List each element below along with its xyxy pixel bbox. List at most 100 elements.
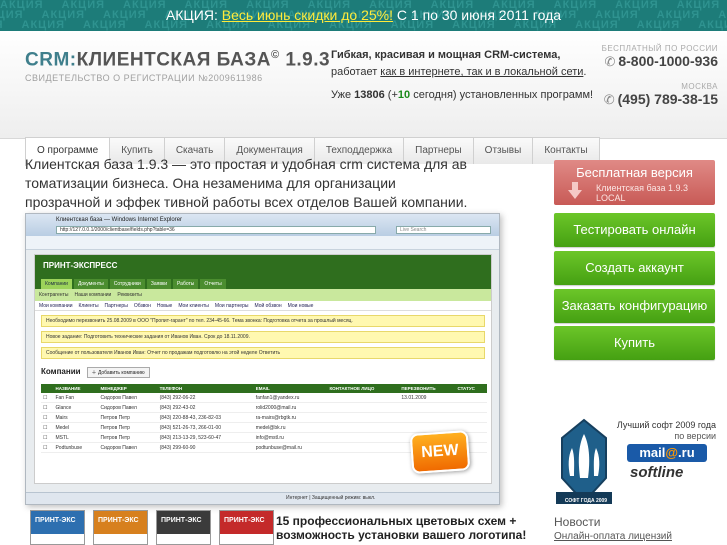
mailru-main: mail	[639, 445, 666, 460]
table-cell	[399, 402, 456, 413]
tagline-line1: Гибкая, красивая и мощная CRM-система,	[331, 49, 561, 61]
tagline-link[interactable]: как в интернете, так и в локальной сети	[380, 66, 583, 78]
table-cell: (843) 521-26-73, 266-01-00	[157, 422, 254, 433]
tagline-suffix: .	[583, 66, 587, 78]
moscow-phone-number: (495) 789-38-15	[617, 91, 718, 107]
installs-prefix: Уже	[331, 89, 355, 101]
table-row: ☐ Mairs Петров Петр (843) 220-88-43, 236-82…	[41, 412, 487, 423]
row-checkbox: ☐	[41, 422, 54, 433]
table-cell: Петров Петр	[98, 432, 158, 443]
app-tab: Работы	[173, 279, 199, 289]
free-version-sub2: LOCAL	[596, 193, 626, 203]
table-cell	[455, 412, 487, 423]
app-menu-item: Мой обзвон	[254, 302, 282, 309]
table-cell	[455, 393, 487, 403]
site-header: CRM:КЛИЕНТСКАЯ БАЗА© 1.9.3 СВИДЕТЕЛЬСТВО…	[0, 31, 727, 166]
installs-today: 10	[397, 89, 411, 101]
app-notice: Необходимо перезвонить 25.08.2009 в ООО …	[41, 315, 485, 327]
table-header-cell: КОНТАКТНОЕ ЛИЦО	[327, 384, 400, 393]
table-cell: (843) 292-06-22	[157, 393, 254, 403]
app-notice: Новое задание: Подготовить технические з…	[41, 331, 485, 343]
mailru-at: @	[665, 445, 679, 460]
test-online-button[interactable]: Тестировать онлайн	[554, 213, 715, 247]
table-cell: (843) 213-13-29, 523-60-47	[157, 432, 254, 443]
table-cell	[327, 412, 400, 423]
theme-label: ПРИНТ-ЭКС	[224, 517, 265, 524]
app-menu-item: Мои компании	[39, 302, 73, 309]
mailru-tld: .ru	[678, 445, 695, 460]
app-menu-item: Мои партнеры	[214, 302, 249, 309]
table-header-cell: НАЗВАНИЕ	[53, 384, 99, 393]
download-arrow-icon	[568, 182, 582, 199]
row-checkbox: ☐	[41, 432, 54, 443]
app-subtab: Контрагенты	[39, 292, 69, 298]
table-cell: Сидоров Павел	[98, 442, 158, 453]
free-version-button[interactable]: Бесплатная версия Клиентская база 1.9.3 L…	[554, 160, 715, 205]
moscow-phone: ✆ (495) 789-38-15	[602, 91, 718, 108]
create-account-button[interactable]: Создать аккаунт	[554, 251, 715, 285]
news-title: Новости	[554, 515, 601, 529]
table-row: ☐ Medel Петров Петр (843) 521-26-73, 266-01…	[41, 422, 487, 433]
add-company-label: Добавить компанию	[97, 370, 145, 376]
free-phone-caption: БЕСПЛАТНЫЙ ПО РОССИИ	[601, 44, 718, 53]
app-tab: Заявки	[146, 279, 171, 289]
order-configuration-button[interactable]: Заказать конфигурацию	[554, 289, 715, 323]
app-menu-item: Обзвон	[133, 302, 151, 309]
logo-crm: CRM:	[25, 49, 77, 71]
theme-thumbnail[interactable]: ПРИНТ-ЭКС	[219, 510, 274, 545]
app-menu-item: Партнеры	[104, 302, 128, 309]
table-cell: info@mstl.ru	[253, 432, 328, 443]
best-soft-text: Лучший софт 2009 года по версии	[616, 420, 716, 442]
table-cell: Mairs	[53, 412, 99, 423]
table-cell: MSTL	[53, 432, 99, 443]
new-badge: NEW	[409, 430, 471, 474]
app-notices: Необходимо перезвонить 25.08.2009 в ООО …	[35, 315, 491, 359]
add-company-button: ＋ Добавить компанию	[86, 367, 150, 378]
browser-search: Live Search	[396, 226, 491, 234]
browser-toolbar	[26, 236, 499, 250]
table-cell: (843) 299-60-90	[157, 442, 254, 453]
color-themes: ПРИНТ-ЭКС ПРИНТ-ЭКС ПРИНТ-ЭКС ПРИНТ-ЭКС	[30, 510, 282, 545]
table-cell: (843) 220-88-43, 236-82-03	[157, 412, 254, 423]
logo-main: КЛИЕНТСКАЯ БАЗА	[76, 49, 271, 71]
intro-description: Клиентская база 1.9.3 — это простая и уд…	[25, 156, 468, 210]
app-menu-item: Клиенты	[78, 302, 99, 309]
free-version-sub1: Клиентская база 1.9.3	[596, 183, 689, 193]
free-version-sub: Клиентская база 1.9.3 LOCAL	[596, 183, 688, 203]
tagline-prefix: работает	[331, 66, 381, 78]
logo-title[interactable]: CRM:КЛИЕНТСКАЯ БАЗА© 1.9.3	[25, 49, 330, 71]
table-cell: Петров Петр	[98, 412, 158, 423]
table-cell: Fan Fan	[53, 393, 99, 403]
row-checkbox: ☐	[41, 442, 54, 453]
phone-icon: ✆	[604, 54, 616, 69]
phone-icon: ✆	[603, 92, 615, 107]
promo-link[interactable]: Весь июнь скидки до 25%!	[222, 7, 393, 23]
free-phone-number: 8-800-1000-936	[618, 53, 718, 69]
app-menu-item: Мои новые	[287, 302, 314, 309]
theme-thumbnail[interactable]: ПРИНТ-ЭКС	[93, 510, 148, 545]
theme-thumbnail[interactable]: ПРИНТ-ЭКС	[30, 510, 85, 545]
table-cell: Сидоров Павел	[98, 402, 158, 413]
table-cell: Medel	[53, 422, 99, 433]
table-cell: rolid2000@mail.ru	[253, 402, 328, 413]
news-item-link[interactable]: Онлайн-оплата лицензий	[554, 531, 672, 542]
phones-block: БЕСПЛАТНЫЙ ПО РОССИИ ✆ 8-800-1000-936 МОС…	[602, 44, 718, 108]
companies-heading: Компании ＋ Добавить компанию	[41, 367, 485, 378]
mailru-logo: mail@.ru	[627, 444, 707, 462]
table-cell: (843) 292-43-02	[157, 402, 254, 413]
plus-icon: ＋	[91, 370, 97, 376]
theme-label: ПРИНТ-ЭКС	[161, 517, 202, 524]
nav-tab[interactable]: Отзывы	[472, 137, 533, 164]
theme-thumbnail[interactable]: ПРИНТ-ЭКС	[156, 510, 211, 545]
table-cell	[327, 432, 400, 443]
best-line2: по версии	[674, 431, 716, 441]
free-phone: ✆ 8-800-1000-936	[602, 53, 718, 70]
theme-label: ПРИНТ-ЭКС	[35, 517, 76, 524]
registration-certificate: СВИДЕТЕЛЬСТВО О РЕГИСТРАЦИИ №2009611986	[25, 73, 263, 83]
theme-preview-bar	[220, 534, 273, 544]
moscow-phone-caption: МОСКВА	[681, 82, 718, 91]
app-tab: Сотрудники	[109, 279, 145, 289]
themes-text-line1: 15 профессиональных цветовых схем +	[276, 514, 517, 528]
app-notice: Сообщение от пользователя Иванов Иван: О…	[41, 347, 485, 359]
buy-button[interactable]: Купить	[554, 326, 715, 360]
